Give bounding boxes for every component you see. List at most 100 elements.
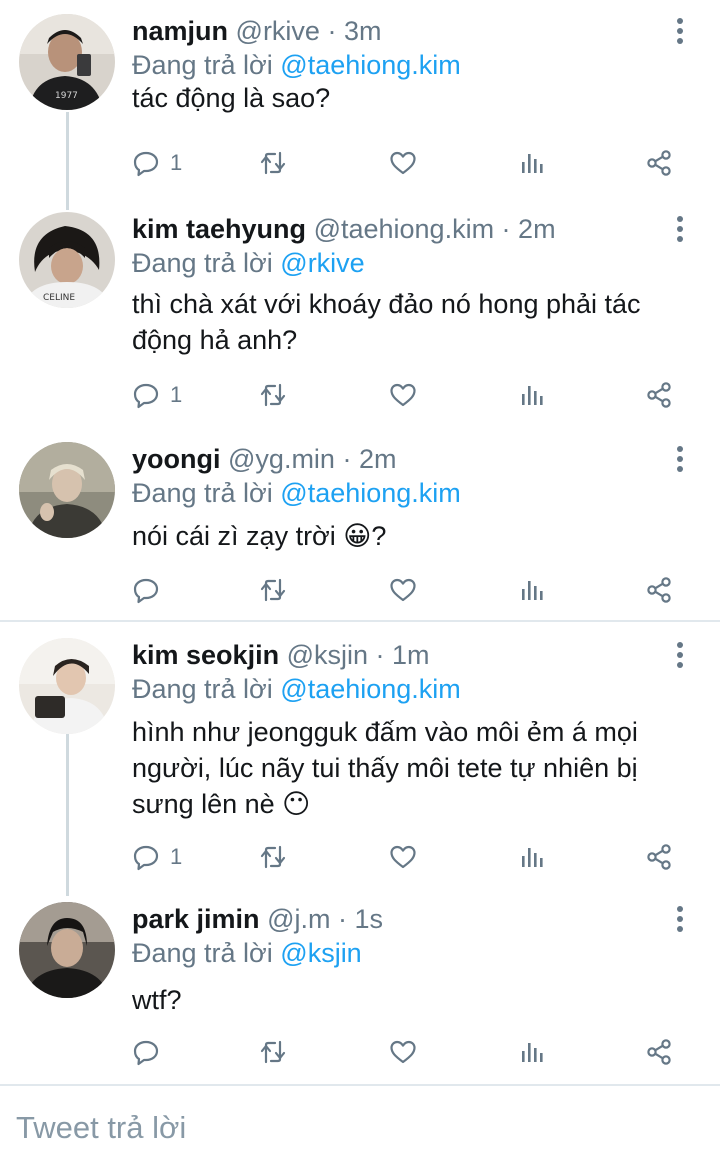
reply-button[interactable]: 1 <box>132 837 182 877</box>
reply-count: 1 <box>170 382 183 407</box>
retweet-button[interactable] <box>259 837 287 877</box>
like-button[interactable] <box>389 1032 417 1072</box>
reply-button[interactable] <box>132 570 170 610</box>
tweet-header: yoongi @yg.min · 2m <box>132 442 396 476</box>
retweet-icon <box>259 381 287 409</box>
author-handle: @j.m · 1s <box>267 904 383 934</box>
stats-button[interactable] <box>518 143 546 183</box>
replying-mention[interactable]: @ksjin <box>280 938 361 968</box>
stats-button[interactable] <box>518 1032 546 1072</box>
author-handle: @ksjin · 1m <box>286 640 430 670</box>
replying-prefix: Đang trả lời <box>132 478 273 508</box>
svg-text:1977: 1977 <box>55 91 78 101</box>
avatar[interactable] <box>19 638 115 734</box>
avatar[interactable] <box>19 442 115 538</box>
retweet-button[interactable] <box>259 375 287 415</box>
reply-button[interactable]: 1 <box>132 143 182 183</box>
stats-button[interactable] <box>518 375 546 415</box>
like-button[interactable] <box>389 837 417 877</box>
tweet-header: park jimin @j.m · 1s <box>132 902 383 936</box>
thread-divider <box>0 620 720 622</box>
tweet-item[interactable]: 1977 namjun @rkive · 3m Đang trả lời @ta… <box>0 0 720 196</box>
avatar[interactable]: CELINE <box>19 212 115 308</box>
share-button[interactable] <box>645 375 673 415</box>
replying-prefix: Đang trả lời <box>132 674 273 704</box>
share-button[interactable] <box>645 143 673 183</box>
share-icon <box>645 843 673 871</box>
avatar[interactable] <box>19 902 115 998</box>
share-icon <box>645 381 673 409</box>
bar-chart-icon <box>518 576 546 604</box>
retweet-button[interactable] <box>259 570 287 610</box>
heart-icon <box>389 149 417 177</box>
share-icon <box>645 1038 673 1066</box>
like-button[interactable] <box>389 570 417 610</box>
reply-button[interactable] <box>132 1032 170 1072</box>
bar-chart-icon <box>518 1038 546 1066</box>
tweet-header: kim taehyung @taehiong.kim · 2m <box>132 212 556 246</box>
comment-icon <box>132 843 160 871</box>
more-vertical-icon[interactable] <box>670 906 690 936</box>
more-vertical-icon[interactable] <box>670 216 690 246</box>
replying-to: Đang trả lời @rkive <box>132 246 365 280</box>
tweet-item[interactable]: CELINE kim taehyung @taehiong.kim · 2m Đ… <box>0 198 720 428</box>
bar-chart-icon <box>518 149 546 177</box>
replying-mention[interactable]: @rkive <box>280 248 364 278</box>
author-name[interactable]: kim taehyung <box>132 214 306 244</box>
replying-mention[interactable]: @taehiong.kim <box>280 50 461 80</box>
like-button[interactable] <box>389 375 417 415</box>
stats-button[interactable] <box>518 570 546 610</box>
tweet-header: namjun @rkive · 3m <box>132 14 381 48</box>
reply-button[interactable]: 1 <box>132 375 182 415</box>
bar-chart-icon <box>518 843 546 871</box>
tweet-actions: 1 <box>132 375 692 415</box>
share-icon <box>645 149 673 177</box>
svg-text:CELINE: CELINE <box>43 293 75 303</box>
tweet-item[interactable]: park jimin @j.m · 1s Đang trả lời @ksjin… <box>0 888 720 1084</box>
replying-to: Đang trả lời @taehiong.kim <box>132 476 461 510</box>
tweet-item[interactable]: yoongi @yg.min · 2m Đang trả lời @taehio… <box>0 428 720 618</box>
tweet-text: nói cái zì zạy trời 😀? <box>132 521 387 551</box>
tweet-text: tác động là sao? <box>132 83 331 113</box>
author-name[interactable]: yoongi <box>132 444 221 474</box>
replying-prefix: Đang trả lời <box>132 248 273 278</box>
replying-mention[interactable]: @taehiong.kim <box>280 478 461 508</box>
share-button[interactable] <box>645 837 673 877</box>
more-vertical-icon[interactable] <box>670 642 690 672</box>
more-vertical-icon[interactable] <box>670 18 690 48</box>
tweet-actions <box>132 570 692 610</box>
retweet-icon <box>259 1038 287 1066</box>
like-button[interactable] <box>389 143 417 183</box>
tweet-item[interactable]: kim seokjin @ksjin · 1m Đang trả lời @ta… <box>0 624 720 892</box>
tweet-text: thì chà xát với khoáy đảo nó hong phải t… <box>132 289 641 355</box>
author-name[interactable]: namjun <box>132 16 228 46</box>
reply-composer[interactable]: Tweet trả lời <box>0 1084 720 1174</box>
tweet-text: wtf? <box>132 985 182 1015</box>
author-handle: @yg.min · 2m <box>228 444 397 474</box>
retweet-icon <box>259 843 287 871</box>
more-vertical-icon[interactable] <box>670 446 690 476</box>
reply-input[interactable]: Tweet trả lời <box>16 1110 186 1146</box>
retweet-button[interactable] <box>259 1032 287 1072</box>
author-name[interactable]: kim seokjin <box>132 640 279 670</box>
share-button[interactable] <box>645 570 673 610</box>
tweet-text: hình như jeongguk đấm vào môi ẻm á mọi n… <box>132 717 638 819</box>
comment-icon <box>132 1038 160 1066</box>
share-button[interactable] <box>645 1032 673 1072</box>
reply-count: 1 <box>170 150 183 175</box>
tweet-actions <box>132 1032 692 1072</box>
bar-chart-icon <box>518 381 546 409</box>
replying-mention[interactable]: @taehiong.kim <box>280 674 461 704</box>
retweet-icon <box>259 576 287 604</box>
share-icon <box>645 576 673 604</box>
avatar[interactable]: 1977 <box>19 14 115 110</box>
heart-icon <box>389 843 417 871</box>
heart-icon <box>389 381 417 409</box>
author-name[interactable]: park jimin <box>132 904 260 934</box>
stats-button[interactable] <box>518 837 546 877</box>
replying-to: Đang trả lời @ksjin <box>132 936 362 970</box>
heart-icon <box>389 1038 417 1066</box>
retweet-button[interactable] <box>259 143 287 183</box>
reply-count: 1 <box>170 844 183 869</box>
tweet-header: kim seokjin @ksjin · 1m <box>132 638 430 672</box>
